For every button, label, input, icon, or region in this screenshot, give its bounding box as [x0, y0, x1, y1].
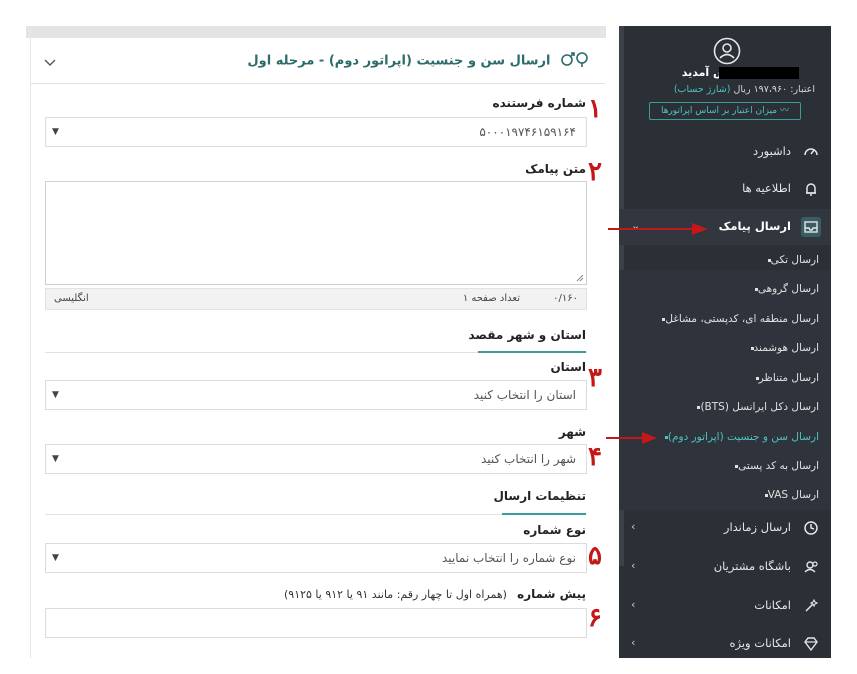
redacted-username [719, 67, 799, 79]
settings-section-title: تنظیمات ارسال [493, 489, 586, 503]
city-select[interactable]: شهر را انتخاب کنید ▼ [45, 444, 587, 474]
chevron-left-icon: ‹ [631, 520, 636, 533]
sidebar-item-label: داشبورد [752, 144, 791, 158]
submenu-item-single[interactable]: ارسال تکی [758, 254, 819, 266]
sidebar-item-label: اطلاعیه ها [742, 181, 791, 195]
sidebar-item-label: باشگاه مشتریان [713, 559, 791, 573]
top-strip [26, 26, 606, 38]
gender-icon [559, 51, 589, 71]
sender-label: شماره فرستنده [492, 96, 586, 110]
prefix-label: پیش شماره (همراه اول تا چهار رقم: مانند … [284, 587, 586, 601]
charge-account-link[interactable]: (شارژ حساب) [674, 84, 731, 95]
language-indicator: انگلیسی [54, 293, 89, 304]
prefix-label-text: پیش شماره [517, 587, 586, 601]
submenu-item-vas[interactable]: ارسال VAS [755, 489, 819, 501]
step-number-6: ۶ [588, 603, 602, 633]
trend-icon: 〰 [780, 106, 790, 116]
submenu-item-bts[interactable]: ارسال دکل ایرانسل (BTS) [687, 401, 819, 413]
page-count: تعداد صفحه ۱ [462, 293, 520, 304]
step-number-2: ۲ [588, 157, 602, 187]
send-sms-submenu: ارسال تکی ارسال گروهی ارسال منطقه ای، کد… [619, 254, 831, 510]
city-placeholder: شهر را انتخاب کنید [480, 452, 576, 466]
submenu-item-postal[interactable]: ارسال به کد پستی [725, 460, 819, 472]
section-divider-accent [502, 513, 586, 515]
sidebar-item-features[interactable]: امکانات ‹ [619, 588, 831, 624]
sidebar: خوش آمدید اعتبار: ۱۹۷،۹۶۰ ریال (شارژ حسا… [619, 26, 831, 658]
sidebar-item-scheduled[interactable]: ارسال زماندار ‹ [619, 510, 831, 546]
sidebar-item-special-features[interactable]: امکانات ویژه ‹ [619, 626, 831, 658]
page-title-text: ارسال سن و جنسیت (اپراتور دوم) - مرحله ا… [247, 53, 551, 69]
submenu-item-smart[interactable]: ارسال هوشمند [741, 342, 819, 354]
caret-down-icon: ▼ [52, 390, 59, 400]
province-placeholder: استان را انتخاب کنید [473, 388, 576, 402]
clock-icon [801, 518, 821, 538]
annotation-arrow-age-gender [606, 432, 657, 444]
inbox-icon [801, 217, 821, 237]
sidebar-item-label: ارسال پیامک [718, 219, 791, 233]
chevron-left-icon: ‹ [631, 598, 636, 611]
sender-select[interactable]: ۵۰۰۰۱۹۷۴۶۱۵۹۱۶۴ ▼ [45, 117, 587, 147]
message-counter-bar: انگلیسی تعداد صفحه ۱ ۰/۱۶۰ [45, 288, 587, 310]
operator-credit-label: میزان اعتبار بر اساس اپراتورها [660, 106, 778, 116]
step-number-5: ۵ [588, 541, 602, 571]
page-title: ارسال سن و جنسیت (اپراتور دوم) - مرحله ا… [247, 51, 589, 71]
caret-down-icon: ▼ [52, 127, 59, 137]
card-header: ارسال سن و جنسیت (اپراتور دوم) - مرحله ا… [31, 38, 605, 84]
sender-value: ۵۰۰۰۱۹۷۴۶۱۵۹۱۶۴ [479, 125, 576, 139]
magic-wand-icon [801, 596, 821, 616]
prefix-input[interactable] [45, 608, 587, 638]
message-label: متن پیامک [525, 162, 586, 176]
number-type-placeholder: نوع شماره را انتخاب نمایید [441, 551, 576, 565]
sidebar-item-label: امکانات [754, 598, 791, 612]
sidebar-item-customer-club[interactable]: باشگاه مشتریان ‹ [619, 549, 831, 585]
message-textarea[interactable] [45, 181, 587, 285]
sidebar-item-label: امکانات ویژه [729, 636, 791, 650]
user-avatar-icon[interactable] [713, 37, 741, 65]
caret-down-icon: ▼ [52, 454, 59, 464]
step-number-4: ۴ [588, 442, 602, 472]
section-divider-accent [478, 351, 586, 353]
chevron-left-icon: ‹ [631, 636, 636, 649]
resize-grip-icon[interactable] [576, 274, 584, 282]
annotation-arrow-send-sms [608, 223, 708, 235]
bell-icon [801, 179, 821, 199]
chevron-left-icon: ‹ [631, 559, 636, 572]
credit-amount: اعتبار: ۱۹۷،۹۶۰ ریال [733, 84, 816, 95]
caret-down-icon: ▼ [52, 553, 59, 563]
credit-text: اعتبار: ۱۹۷،۹۶۰ ریال (شارژ حساب) [674, 84, 815, 95]
submenu-item-group[interactable]: ارسال گروهی [745, 283, 819, 295]
province-select[interactable]: استان را انتخاب کنید ▼ [45, 380, 587, 410]
number-type-select[interactable]: نوع شماره را انتخاب نمایید ▼ [45, 543, 587, 573]
number-type-label: نوع شماره [523, 523, 586, 537]
province-label: استان [550, 360, 586, 374]
submenu-item-regional[interactable]: ارسال منطقه ای، کدپستی، مشاغل [652, 313, 819, 325]
submenu-item-mapped[interactable]: ارسال متناظر [746, 372, 819, 384]
chevron-down-icon[interactable] [43, 54, 57, 68]
char-count: ۰/۱۶۰ [553, 293, 578, 304]
step-number-3: ۳ [588, 363, 602, 393]
form-card: ارسال سن و جنسیت (اپراتور دوم) - مرحله ا… [30, 38, 605, 658]
operator-credit-button[interactable]: 〰 میزان اعتبار بر اساس اپراتورها [649, 102, 801, 120]
submenu-item-age-gender[interactable]: ارسال سن و جنسیت (اپراتور دوم) [655, 431, 819, 443]
prefix-hint: (همراه اول تا چهار رقم: مانند ۹۱ یا ۹۱۲ … [283, 588, 507, 601]
city-label: شهر [558, 425, 586, 439]
diamond-icon [801, 634, 821, 654]
users-icon [801, 557, 821, 577]
sidebar-item-label: ارسال زماندار [723, 520, 791, 534]
gauge-icon [801, 142, 821, 162]
step-number-1: ۱ [588, 94, 602, 124]
destination-section-title: استان و شهر مقصد [468, 328, 586, 342]
sidebar-item-dashboard[interactable]: داشبورد [619, 134, 831, 170]
sidebar-item-notifications[interactable]: اطلاعیه ها [619, 171, 831, 207]
